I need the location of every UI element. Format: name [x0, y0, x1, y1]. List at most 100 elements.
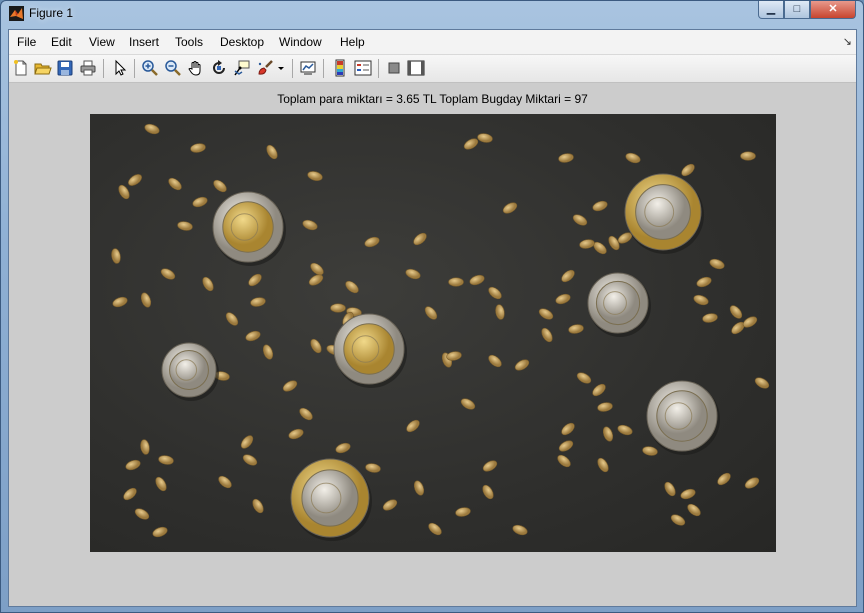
wheat-grain: [250, 297, 266, 307]
wheat-grain: [140, 292, 152, 308]
wheat-grain: [262, 344, 274, 360]
wheat-grain: [240, 435, 254, 449]
show-plot-tools-icon[interactable]: [407, 59, 425, 77]
coin-center: [635, 184, 691, 240]
plot-title: Toplam para miktarı = 3.65 TL Toplam Bug…: [277, 92, 588, 106]
wheat-grain: [140, 439, 150, 455]
minimize-button[interactable]: ▁: [758, 1, 784, 19]
wheat-grain: [413, 480, 425, 496]
close-button[interactable]: ✕: [810, 1, 856, 19]
wheat-grain: [118, 184, 130, 200]
coins-and-wheat-photo[interactable]: [90, 114, 776, 552]
maximize-button[interactable]: □: [784, 1, 810, 19]
wheat-grain: [112, 296, 128, 308]
toolbar-separator: [103, 59, 104, 78]
wheat-grain: [561, 269, 575, 283]
wheat-grain: [482, 484, 494, 500]
wheat-grain: [202, 276, 214, 292]
wheat-grain: [190, 143, 206, 153]
link-plot-icon[interactable]: [299, 59, 317, 77]
save-icon[interactable]: [56, 59, 74, 77]
wheat-grain: [158, 455, 174, 465]
wheat-grain: [687, 503, 701, 517]
wheat-grain: [424, 306, 438, 320]
coin-center: [169, 350, 209, 390]
wheat-grain: [152, 526, 168, 538]
brush-icon[interactable]: [256, 59, 274, 77]
menu-help[interactable]: Help: [340, 35, 365, 49]
wheat-grain: [514, 359, 530, 371]
wheat-grain: [448, 277, 464, 287]
wheat-grain: [488, 354, 502, 368]
menu-tools[interactable]: Tools: [175, 35, 203, 49]
wheat-grain: [310, 338, 322, 354]
menu-file[interactable]: File: [17, 35, 36, 49]
wheat-grain: [561, 422, 575, 436]
wheat-grain: [299, 407, 313, 421]
title-bar[interactable]: Figure 1 ▁ □ ✕: [1, 1, 863, 27]
wheat-grain: [572, 214, 588, 226]
dock-figure-icon[interactable]: ↘: [843, 35, 852, 48]
menu-desktop[interactable]: Desktop: [220, 35, 264, 49]
rotate-3d-icon[interactable]: [210, 59, 228, 77]
wheat-grain: [330, 303, 346, 313]
wheat-grain: [670, 514, 686, 526]
menu-insert[interactable]: Insert: [129, 35, 159, 49]
wheat-grain: [335, 442, 351, 454]
wheat-grain: [252, 498, 264, 514]
wheat-grain: [512, 524, 528, 536]
brush-dropdown-icon[interactable]: [276, 59, 286, 77]
wheat-grain: [602, 426, 614, 442]
toolbar-separator: [292, 59, 293, 78]
wheat-grain: [382, 499, 398, 511]
wheat-grain: [406, 419, 420, 433]
toolbar-separator: [134, 59, 135, 78]
wheat-grain: [477, 133, 493, 143]
wheat-grain: [405, 268, 421, 280]
wheat-grain: [288, 428, 304, 440]
wheat-grain: [365, 463, 381, 473]
wheat-grain: [717, 472, 731, 486]
wheat-grain: [488, 286, 502, 300]
print-icon[interactable]: [79, 59, 97, 77]
wheat-grain: [681, 163, 695, 177]
toolbar-separator: [323, 59, 324, 78]
insert-colorbar-icon[interactable]: [331, 59, 349, 77]
coin-center: [343, 323, 395, 375]
wheat-grain: [160, 268, 176, 280]
figure-toolbar: [9, 55, 856, 83]
coin-center: [656, 390, 708, 442]
zoom-out-icon[interactable]: [164, 59, 182, 77]
wheat-grain: [709, 258, 725, 270]
data-cursor-icon[interactable]: [233, 59, 251, 77]
edit-plot-arrow-icon[interactable]: [111, 59, 129, 77]
wheat-grain: [744, 477, 760, 489]
wheat-grain: [592, 200, 608, 212]
wheat-grain: [502, 202, 518, 214]
wheat-grain: [134, 508, 150, 520]
new-figure-icon[interactable]: [12, 59, 30, 77]
menu-view[interactable]: View: [89, 35, 115, 49]
wheat-grain: [740, 151, 756, 161]
wheat-grain: [469, 274, 485, 286]
insert-legend-icon[interactable]: [354, 59, 372, 77]
wheat-grain: [579, 239, 595, 249]
pan-hand-icon[interactable]: [187, 59, 205, 77]
wheat-grain: [266, 144, 278, 160]
zoom-in-icon[interactable]: [141, 59, 159, 77]
figure-window: Figure 1 ▁ □ ✕ File Edit View Insert Too…: [0, 0, 864, 613]
hide-plot-tools-icon[interactable]: [385, 59, 403, 77]
wheat-grain: [192, 196, 208, 208]
wheat-grain: [482, 460, 498, 472]
wheat-grain: [302, 219, 318, 231]
menu-window[interactable]: Window: [279, 35, 322, 49]
open-file-icon[interactable]: [34, 59, 52, 77]
wheat-grain: [558, 440, 574, 452]
wheat-grain: [248, 273, 262, 287]
wheat-grain: [177, 221, 193, 231]
menu-edit[interactable]: Edit: [51, 35, 72, 49]
wheat-grain: [242, 454, 258, 466]
coin-center: [595, 280, 641, 326]
wheat-grain: [144, 123, 160, 135]
wheat-grain: [693, 294, 709, 306]
